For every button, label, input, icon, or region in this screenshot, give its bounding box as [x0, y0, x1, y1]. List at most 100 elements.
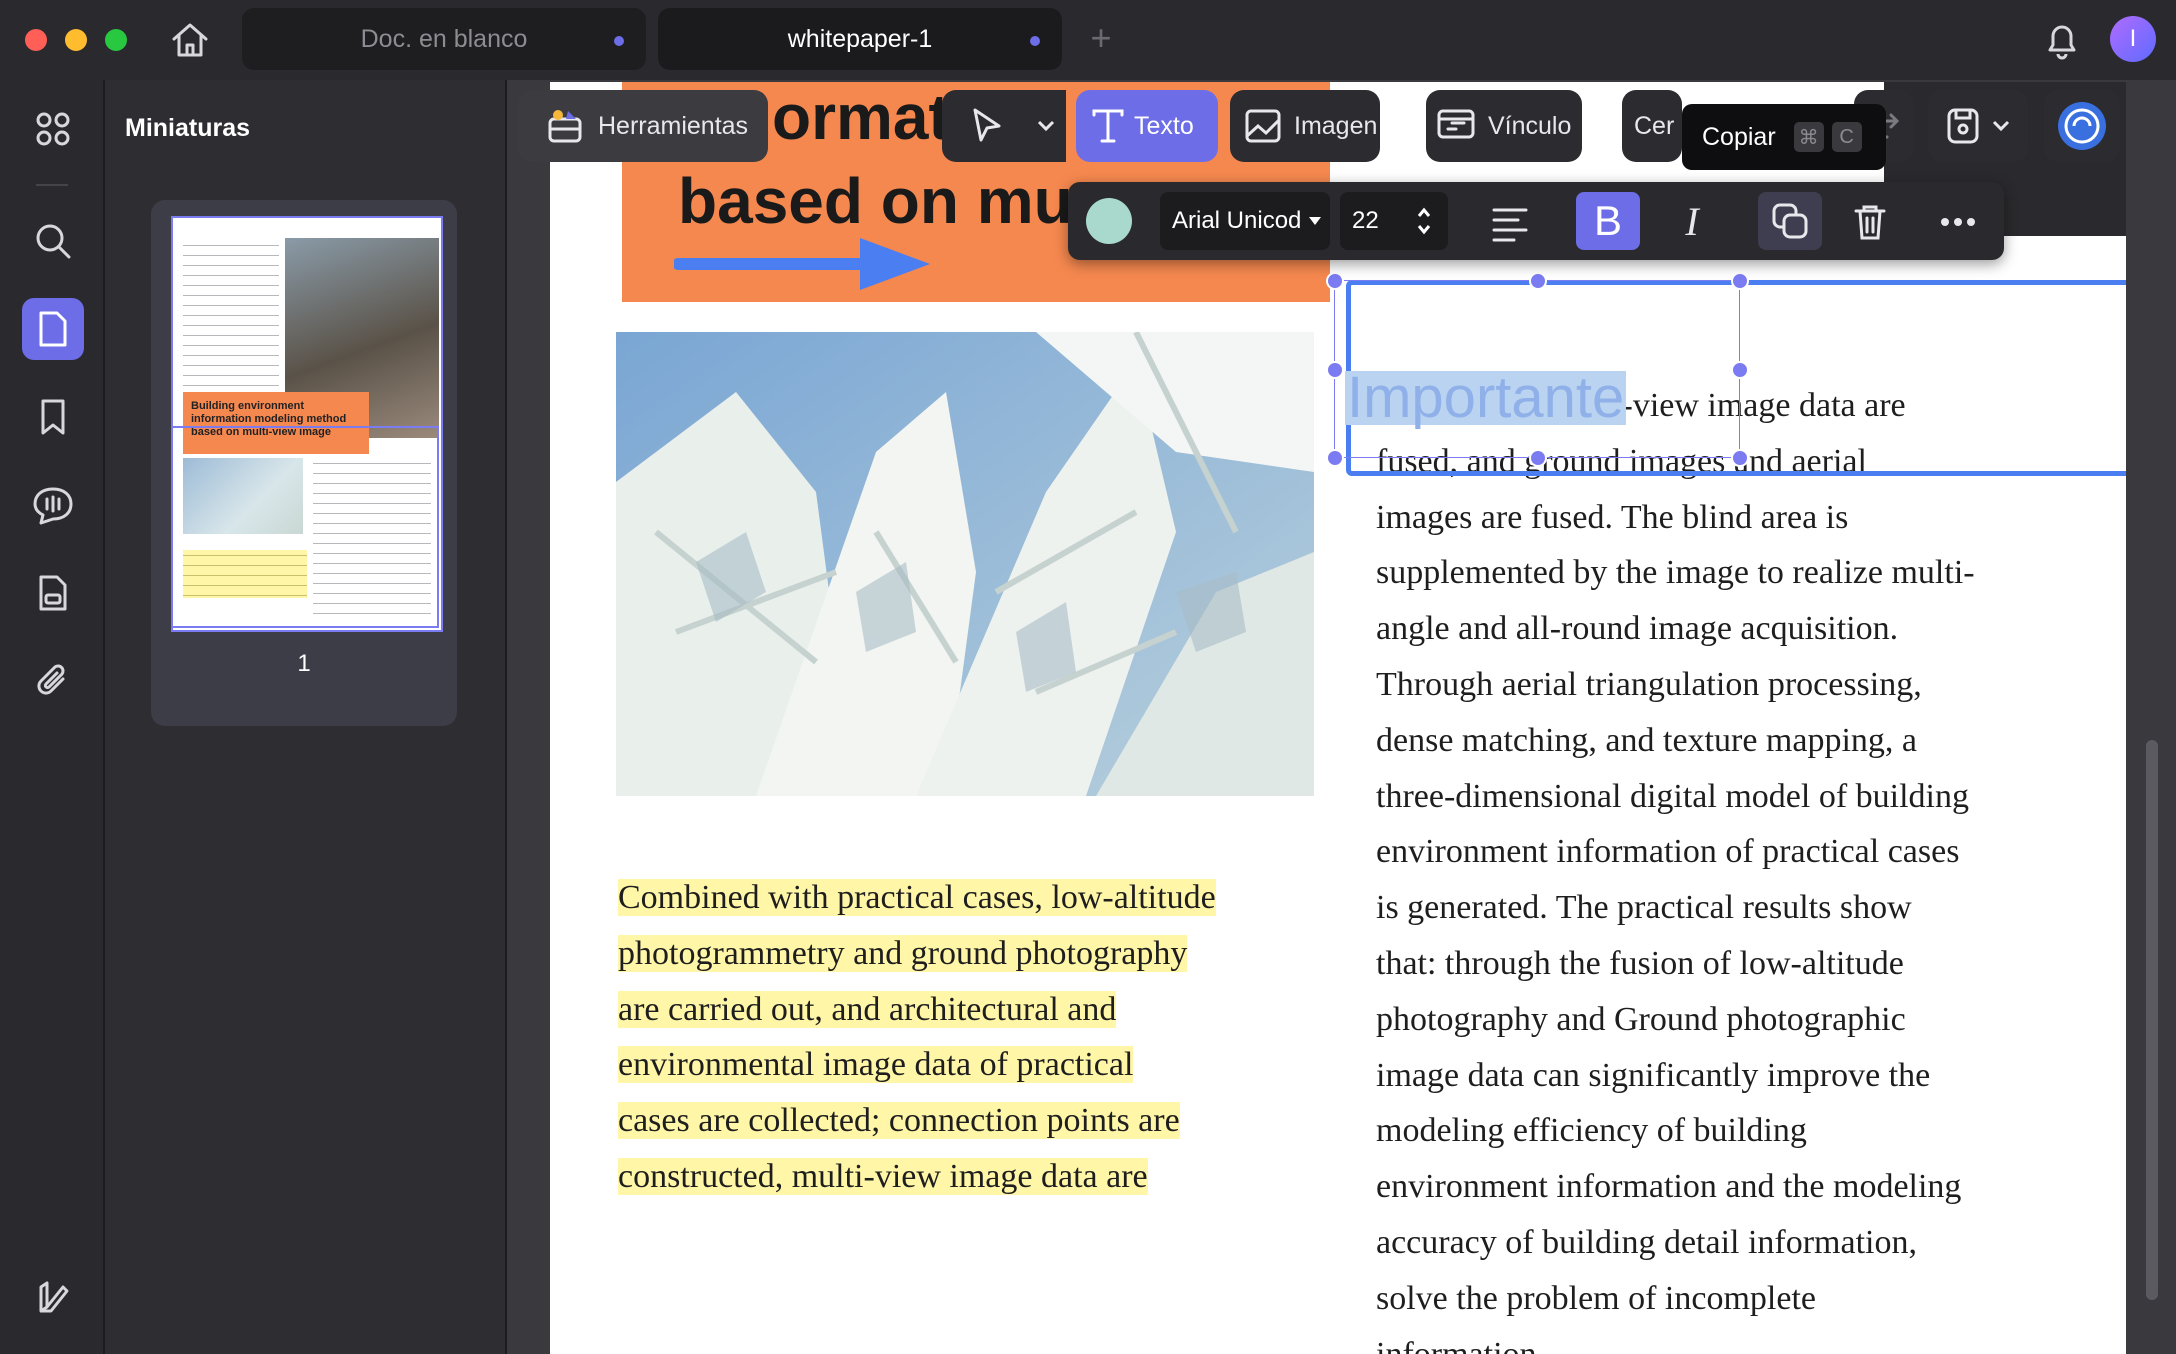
- stepper-arrows-icon[interactable]: [1416, 204, 1432, 238]
- select-tool-button[interactable]: [942, 90, 1032, 162]
- user-avatar[interactable]: I: [2110, 16, 2156, 62]
- ellipsis-icon: [1941, 218, 1975, 226]
- resize-handle[interactable]: [1731, 449, 1749, 467]
- ai-assistant-button[interactable]: [2044, 90, 2120, 162]
- trash-icon: [1854, 205, 1886, 240]
- text-line: modeling efficiency of building: [1376, 1112, 1807, 1150]
- align-left-icon[interactable]: [1488, 200, 1532, 244]
- font-size-stepper[interactable]: 22: [1340, 192, 1448, 250]
- tab-label: Doc. en blanco: [360, 24, 528, 53]
- text-format-bar: Arial Unicod 22 B I: [1068, 182, 2004, 260]
- chevron-down-icon: [1992, 120, 2010, 132]
- shortcut-key-c: C: [1831, 122, 1862, 152]
- resize-handle[interactable]: [1529, 272, 1547, 290]
- new-tab-button[interactable]: +: [1086, 18, 1116, 58]
- tab-whitepaper-1[interactable]: whitepaper-1: [658, 8, 1062, 70]
- title-bar: Doc. en blanco whitepaper-1 + I: [0, 0, 2176, 80]
- bold-button[interactable]: B: [1576, 192, 1640, 250]
- vertical-scrollbar[interactable]: [2146, 740, 2158, 1300]
- highlighted-line: environmental image data of practical: [618, 1046, 1134, 1084]
- thumbnails-panel: Miniaturas Building environment informat…: [105, 80, 507, 1354]
- rail-divider: [36, 184, 68, 186]
- text-tool-label: Texto: [1134, 111, 1194, 140]
- document-page[interactable]: ormat based on mu i Combined w: [550, 82, 2126, 1354]
- more-options-button[interactable]: [1932, 196, 1984, 248]
- left-column-text[interactable]: Combined with practical cases, low-altit…: [618, 870, 1338, 1205]
- link-icon: [1437, 109, 1475, 139]
- sign-icon[interactable]: [22, 1266, 84, 1328]
- page-icon[interactable]: [22, 298, 84, 360]
- text-line: information: [1376, 1327, 2096, 1354]
- thumbnail-viewport-frame: [171, 426, 439, 628]
- select-tool-dropdown[interactable]: [1026, 90, 1066, 162]
- bell-icon[interactable]: [2042, 18, 2082, 62]
- text-tool-icon: [1092, 109, 1124, 143]
- grid-icon[interactable]: [22, 98, 84, 160]
- resize-handle[interactable]: [1731, 361, 1749, 379]
- resize-handle[interactable]: [1326, 361, 1344, 379]
- highlighted-line: Combined with practical cases, low-altit…: [618, 879, 1216, 916]
- text-tool-button[interactable]: Texto: [1076, 90, 1218, 162]
- right-column-text[interactable]: constructed, multi-view image data are f…: [1376, 378, 2096, 1354]
- tab-doc-en-blanco[interactable]: Doc. en blanco: [242, 8, 646, 70]
- resize-handle[interactable]: [1529, 449, 1547, 467]
- main-toolbar: Herramientas Texto Imagen Vínculo Cer: [518, 88, 2168, 168]
- bookmark-icon[interactable]: [22, 386, 84, 448]
- panel-title: Miniaturas: [125, 114, 251, 142]
- link-tool-button[interactable]: Vínculo: [1426, 90, 1582, 162]
- zoom-window-button[interactable]: [105, 29, 127, 51]
- font-family-value: Arial Unicod: [1172, 207, 1302, 234]
- text-box-bounds[interactable]: Importante: [1326, 272, 1749, 467]
- tooltip-label: Copiar: [1702, 122, 1776, 151]
- resize-handle[interactable]: [1326, 449, 1344, 467]
- highlighted-line: cases are collected; connection points a…: [618, 1102, 1180, 1140]
- delete-button[interactable]: [1844, 196, 1896, 248]
- copy-tooltip: Copiar ⌘ C: [1682, 104, 1886, 170]
- highlighted-line: constructed, multi-view image data are: [618, 1157, 1148, 1195]
- link-tool-label: Vínculo: [1488, 111, 1572, 140]
- text-line: solve the problem of incomplete: [1376, 1279, 1816, 1317]
- font-size-value: 22: [1352, 207, 1379, 234]
- cursor-icon: [973, 108, 1001, 142]
- close-window-button[interactable]: [25, 29, 47, 51]
- bold-label: B: [1593, 197, 1622, 244]
- image-tool-button[interactable]: Imagen: [1230, 90, 1380, 162]
- left-rail: [0, 80, 105, 1354]
- more-tool-button[interactable]: Cer: [1622, 90, 1682, 162]
- copy-button[interactable]: [1758, 192, 1822, 250]
- selected-text-importante[interactable]: Importante: [1345, 369, 1627, 427]
- resize-handle[interactable]: [1731, 272, 1749, 290]
- architecture-photo[interactable]: [616, 332, 1314, 796]
- copy-icon: [1772, 203, 1808, 239]
- form-icon[interactable]: [22, 562, 84, 624]
- highlighted-line: photogrammetry and ground photography: [618, 934, 1188, 972]
- font-family-select[interactable]: Arial Unicod: [1160, 192, 1330, 250]
- save-icon: [1947, 108, 1979, 144]
- search-icon[interactable]: [22, 210, 84, 272]
- attachment-icon[interactable]: [22, 650, 84, 712]
- shortcut-key-cmd: ⌘: [1793, 122, 1824, 152]
- text-line: angle and all-round image acquisition.: [1376, 610, 1899, 648]
- ai-assistant-icon: [2058, 102, 2106, 150]
- text-color-picker[interactable]: [1086, 198, 1132, 244]
- text-line: three-dimensional digital model of build…: [1376, 777, 1969, 815]
- text-line: dense matching, and texture mapping, a: [1376, 721, 1917, 759]
- minimize-window-button[interactable]: [65, 29, 87, 51]
- resize-handle[interactable]: [1326, 272, 1344, 290]
- comment-icon[interactable]: [22, 474, 84, 536]
- tab-unsaved-dot: [1030, 36, 1040, 46]
- italic-button[interactable]: I: [1664, 192, 1720, 250]
- tools-label: Herramientas: [598, 111, 749, 140]
- tools-button[interactable]: Herramientas: [518, 90, 768, 162]
- thumbnail-text-block: [183, 240, 279, 390]
- highlighted-line: are carried out, and architectural and: [618, 990, 1117, 1028]
- chevron-down-icon: [1037, 120, 1055, 132]
- title-line-2: based on mu: [678, 165, 1073, 237]
- image-tool-label: Imagen: [1294, 111, 1378, 140]
- home-icon[interactable]: [168, 18, 212, 62]
- save-button[interactable]: [1928, 90, 2028, 162]
- thumbnail-card[interactable]: Building environment information modelin…: [151, 200, 457, 726]
- arrow-annotation[interactable]: [674, 234, 934, 294]
- text-line: environment information and the modeling: [1376, 1168, 1962, 1206]
- text-line: that: through the fusion of low-altitude: [1376, 944, 1904, 982]
